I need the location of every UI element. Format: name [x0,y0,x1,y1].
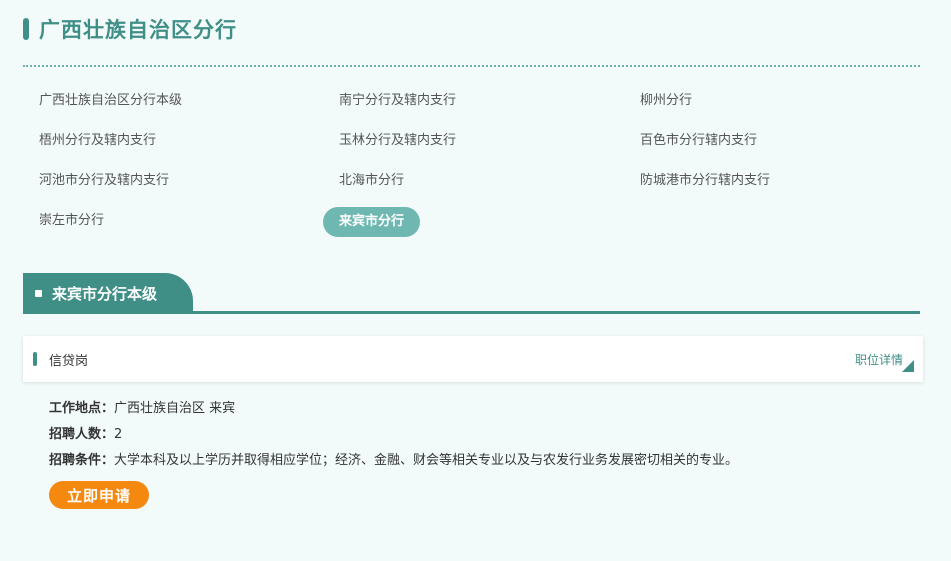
job-card[interactable]: 信贷岗 职位详情 [23,336,923,382]
section-title: 来宾市分行本级 [52,284,158,303]
page-title: 广西壮族自治区分行 [39,18,237,42]
job-requirement-row: 招聘条件：大学本科及以上学历并取得相应学位；经济、金融、财会等相关专业以及与农发… [49,449,738,468]
job-count-row: 招聘人数：2 [49,423,122,442]
job-accent-bar [33,352,37,366]
job-location-value: 广西壮族自治区 来宾 [114,401,236,416]
section-header: 来宾市分行本级 [23,273,920,315]
branch-item-wuzhou[interactable]: 梧州分行及辖内支行 [23,126,172,156]
job-requirement-label: 招聘条件： [49,453,115,468]
job-title: 信贷岗 [49,353,89,369]
branch-item-benji[interactable]: 广西壮族自治区分行本级 [23,86,198,116]
section-underline [23,311,920,314]
job-location-label: 工作地点： [49,401,115,416]
job-count-label: 招聘人数： [49,427,115,442]
corner-triangle-icon [902,360,914,372]
page-header: 广西壮族自治区分行 [23,14,237,44]
job-detail-link[interactable]: 职位详情 [855,351,903,368]
branch-item-hechi[interactable]: 河池市分行及辖内支行 [23,166,185,196]
title-accent-bar [23,18,29,40]
header-divider [23,65,920,67]
branch-item-beihai[interactable]: 北海市分行 [323,166,420,196]
job-requirement-value: 大学本科及以上学历并取得相应学位；经济、金融、财会等相关专业以及与农发行业务发展… [114,453,739,468]
section-tab: 来宾市分行本级 [23,273,193,313]
branch-item-liuzhou[interactable]: 柳州分行 [624,86,708,116]
job-count-value: 2 [114,427,123,442]
branch-item-nanning[interactable]: 南宁分行及辖内支行 [323,86,472,116]
branch-item-yulin[interactable]: 玉林分行及辖内支行 [323,126,472,156]
branch-item-laibin[interactable]: 来宾市分行 [323,207,421,237]
job-location-row: 工作地点：广西壮族自治区 来宾 [49,397,235,416]
branch-item-fangchenggang[interactable]: 防城港市分行辖内支行 [624,166,786,196]
branch-item-chongzuo[interactable]: 崇左市分行 [23,206,120,236]
apply-button[interactable]: 立即申请 [49,481,149,509]
square-bullet-icon [35,289,42,297]
branch-item-baise[interactable]: 百色市分行辖内支行 [624,126,773,156]
